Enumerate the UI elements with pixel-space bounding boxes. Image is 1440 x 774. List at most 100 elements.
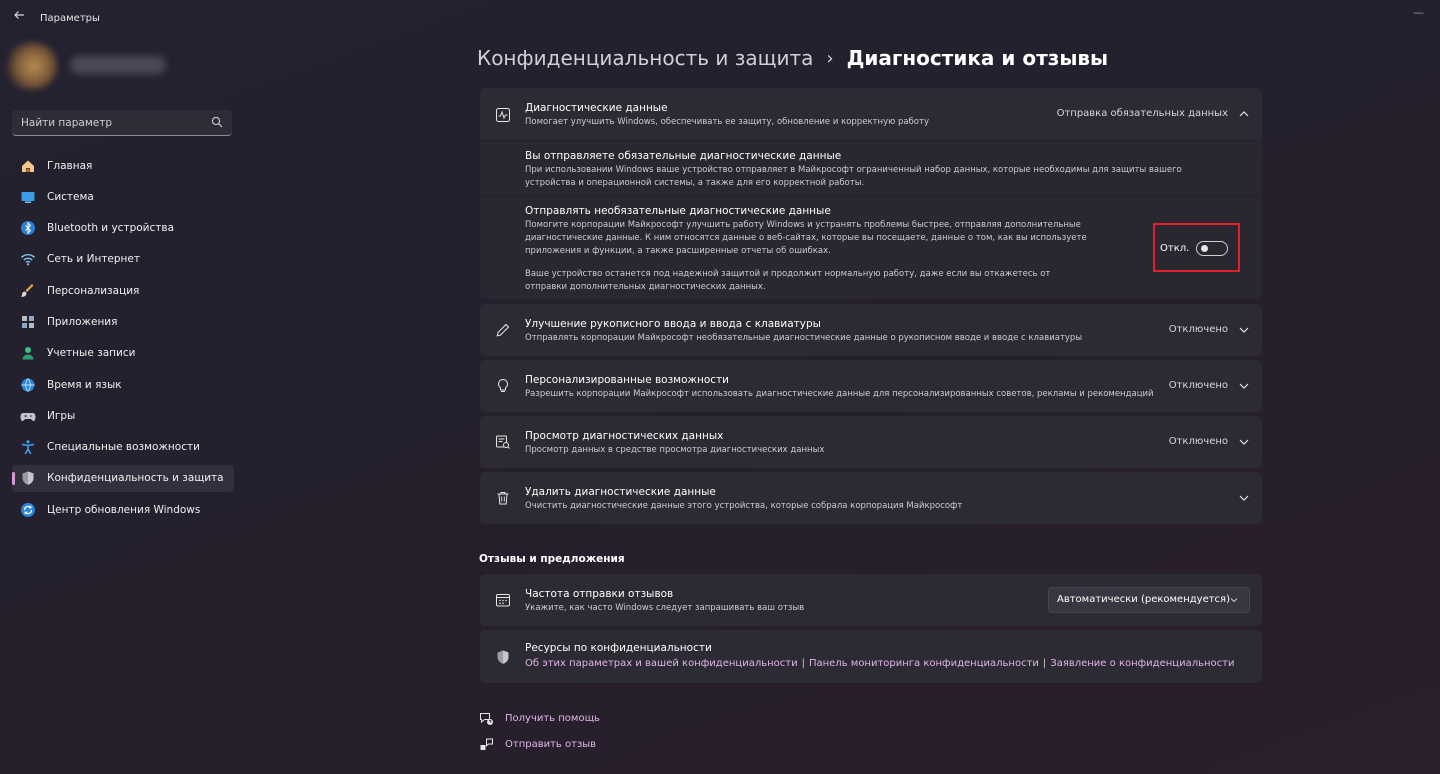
sidebar-item-accounts[interactable]: Учетные записи — [12, 340, 234, 367]
calendar-icon — [494, 591, 512, 609]
required-data-text: При использовании Windows ваше устройств… — [525, 165, 1182, 188]
feedback-frequency-desc: Укажите, как часто Windows следует запра… — [525, 603, 805, 613]
data-viewer-icon — [494, 433, 512, 451]
sidebar-item-label: Система — [47, 190, 94, 203]
search-input[interactable] — [12, 110, 202, 135]
setting-row-tailored[interactable]: Персонализированные возможности Разрешит… — [480, 360, 1262, 412]
required-data-panel: Вы отправляете обязательные диагностичес… — [480, 141, 1262, 195]
sidebar-item-label: Bluetooth и устройства — [47, 222, 174, 235]
setting-value: Отключено — [1168, 324, 1228, 335]
optional-data-note: Ваше устройство останется под надежной з… — [525, 269, 1051, 292]
optional-data-title: Отправлять необязательные диагностически… — [525, 205, 831, 217]
sidebar-item-label: Персонализация — [47, 284, 140, 297]
optional-data-panel: Отправлять необязательные диагностически… — [480, 196, 1262, 299]
link-separator: | — [801, 658, 805, 669]
page-title: Диагностика и отзывы — [846, 46, 1109, 70]
sidebar-item-accessibility[interactable]: Специальные возможности — [12, 434, 234, 461]
sidebar-item-windows-update[interactable]: Центр обновления Windows — [12, 496, 234, 523]
sidebar-item-label: Игры — [47, 409, 76, 422]
title-bar: Параметры — — [0, 0, 1440, 38]
sidebar-item-system[interactable]: Система — [12, 183, 234, 210]
setting-title: Просмотр диагностических данных — [525, 430, 724, 442]
get-help-item[interactable]: Получить помощь — [478, 710, 600, 726]
feedback-frequency-dropdown[interactable]: Автоматически (рекомендуется) — [1048, 587, 1250, 613]
apps-icon — [19, 313, 37, 331]
trash-icon — [494, 489, 512, 507]
chevron-down-icon[interactable] — [1237, 435, 1251, 449]
setting-row-data-viewer[interactable]: Просмотр диагностических данных Просмотр… — [480, 416, 1262, 468]
privacy-resources-links: Об этих параметрах и вашей конфиденциаль… — [525, 658, 1235, 669]
optional-data-text: Помогите корпорации Майкрософт улучшить … — [525, 220, 1087, 256]
minimize-button[interactable]: — — [1413, 6, 1424, 19]
setting-row-inking[interactable]: Улучшение рукописного ввода и ввода с кл… — [480, 304, 1262, 356]
system-icon — [19, 188, 37, 206]
sidebar-item-home[interactable]: Главная — [12, 152, 234, 179]
send-feedback-link[interactable]: Отправить отзыв — [505, 739, 596, 750]
account-name-blurred — [70, 56, 166, 74]
shield-icon — [19, 469, 37, 487]
diagnostic-data-expander[interactable]: Диагностические данные Помогает улучшить… — [480, 88, 1262, 140]
sidebar-item-apps[interactable]: Приложения — [12, 308, 234, 335]
sidebar-nav: Главная Система Bluetooth и устройства С… — [12, 152, 234, 528]
diagnostic-data-desc: Помогает улучшить Windows, обеспечивать … — [525, 117, 929, 127]
setting-title: Улучшение рукописного ввода и ввода с кл… — [525, 318, 821, 330]
setting-value: Отключено — [1168, 436, 1228, 447]
sidebar-item-label: Время и язык — [47, 378, 122, 391]
link-privacy-statement[interactable]: Заявление о конфиденциальности — [1050, 658, 1234, 669]
setting-desc: Разрешить корпорации Майкрософт использо… — [525, 389, 1154, 399]
dropdown-selected-value: Автоматически (рекомендуется) — [1057, 594, 1230, 605]
sidebar-item-label: Конфиденциальность и защита — [47, 472, 224, 485]
privacy-resources-title: Ресурсы по конфиденциальности — [525, 642, 712, 654]
setting-title: Персонализированные возможности — [525, 374, 729, 386]
sidebar-item-label: Приложения — [47, 315, 118, 328]
app-title: Параметры — [40, 13, 100, 24]
highlight-box — [1153, 223, 1240, 272]
sidebar-item-label: Главная — [47, 159, 93, 172]
sidebar-item-time-language[interactable]: Время и язык — [12, 371, 234, 398]
accessibility-icon — [19, 438, 37, 456]
diagnostic-data-value: Отправка обязательных данных — [1056, 108, 1228, 119]
brush-icon — [19, 282, 37, 300]
accounts-icon — [19, 344, 37, 362]
sidebar-item-personalization[interactable]: Персонализация — [12, 277, 234, 304]
search-box[interactable] — [12, 110, 232, 136]
account-block[interactable] — [4, 42, 172, 92]
chevron-down-icon[interactable] — [1237, 379, 1251, 393]
network-icon — [19, 250, 37, 268]
sidebar-item-label: Сеть и Интернет — [47, 253, 140, 266]
link-about-settings[interactable]: Об этих параметрах и вашей конфиденциаль… — [525, 658, 798, 669]
sidebar-item-network[interactable]: Сеть и Интернет — [12, 246, 234, 273]
search-icon[interactable] — [211, 116, 223, 128]
chevron-up-icon[interactable] — [1237, 107, 1251, 121]
sidebar-item-bluetooth[interactable]: Bluetooth и устройства — [12, 215, 234, 242]
setting-row-delete-data[interactable]: Удалить диагностические данные Очистить … — [480, 472, 1262, 524]
arrow-left-icon — [14, 11, 24, 19]
setting-value: Отключено — [1168, 380, 1228, 391]
link-separator: | — [1042, 658, 1047, 669]
get-help-link[interactable]: Получить помощь — [505, 713, 600, 724]
sidebar-item-label: Специальные возможности — [47, 441, 200, 454]
chevron-down-icon — [1230, 598, 1238, 603]
back-button[interactable] — [10, 9, 28, 27]
chevron-down-icon[interactable] — [1237, 323, 1251, 337]
required-data-title: Вы отправляете обязательные диагностичес… — [525, 150, 842, 162]
chevron-down-icon[interactable] — [1237, 491, 1251, 505]
breadcrumb-parent[interactable]: Конфиденциальность и защита — [477, 46, 813, 70]
bluetooth-icon — [19, 219, 37, 237]
feedback-icon — [478, 736, 494, 752]
shield-icon — [494, 648, 512, 666]
home-icon — [19, 157, 37, 175]
section-title-feedback: Отзывы и предложения — [479, 553, 625, 565]
sidebar-item-privacy[interactable]: Конфиденциальность и защита — [12, 464, 234, 492]
pulse-icon — [494, 106, 512, 124]
feedback-frequency-title: Частота отправки отзывов — [525, 588, 674, 600]
setting-desc: Просмотр данных в средстве просмотра диа… — [525, 445, 825, 455]
setting-title: Удалить диагностические данные — [525, 486, 716, 498]
send-feedback-item[interactable]: Отправить отзыв — [478, 736, 596, 752]
link-privacy-dashboard[interactable]: Панель мониторинга конфиденциальности — [809, 658, 1039, 669]
pen-icon — [494, 321, 512, 339]
sidebar-item-games[interactable]: Игры — [12, 402, 234, 429]
gamepad-icon — [19, 407, 37, 425]
setting-desc: Отправлять корпорации Майкрософт необяза… — [525, 333, 1083, 343]
help-icon — [478, 710, 494, 726]
